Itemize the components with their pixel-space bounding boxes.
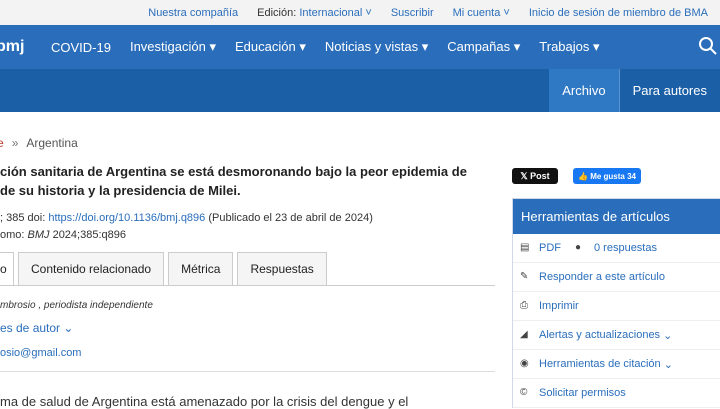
nav-news-label: Noticias y vistas — [324, 39, 419, 54]
nav-news[interactable]: Noticias y vistas ▾ — [325, 39, 428, 55]
article-tabs: o Contenido relacionado Métrica Respuest… — [0, 252, 495, 286]
publish-date: (Publicado el 23 de abril de 2024) — [205, 212, 373, 224]
pdf-link[interactable]: PDF — [539, 242, 561, 254]
top-utility-bar: Nuestra compañía Edición: Internacional … — [0, 0, 720, 25]
for-authors-tab[interactable]: Para autores — [620, 69, 720, 112]
breadcrumb-current: Argentina — [26, 136, 78, 150]
tools-row-respond[interactable]: ✎ Responder a este artículo — [513, 263, 720, 292]
chevron-down-icon: ˅ — [365, 6, 372, 19]
doi-link[interactable]: https://doi.org/10.1136/bmj.q896 — [48, 212, 205, 224]
tools-row-permissions[interactable]: © Solicitar permisos — [513, 379, 720, 408]
nav-campaigns-label: Campañas — [447, 39, 511, 54]
respond-link: Responder a este artículo — [539, 271, 665, 283]
citation-info: ; 385 doi: https://doi.org/10.1136/bmj.q… — [0, 210, 373, 244]
tab-article[interactable]: o — [0, 252, 14, 285]
article-title-line1: ción sanitaria de Argentina se está desm… — [0, 164, 467, 179]
x-icon: 𝕏 — [520, 170, 531, 181]
my-account-menu[interactable]: Mi cuenta ˅ — [453, 7, 510, 19]
article-tools-title: Herramientas de artículos — [513, 199, 720, 234]
nav-campaigns[interactable]: Campañas ▾ — [447, 39, 520, 55]
chevron-down-icon: ⌄ — [63, 321, 74, 335]
article-tools-panel: Herramientas de artículos ▤ PDF ● 0 respue… — [512, 198, 720, 408]
tab-related-content[interactable]: Contenido relacionado — [18, 252, 165, 285]
search-icon[interactable] — [698, 36, 718, 56]
tools-row-alerts[interactable]: ◢ Alertas y actualizaciones ⌄ — [513, 321, 720, 350]
nav-education-label: Educación — [235, 39, 296, 54]
article-title-line2: de su historia y la presidencia de Milei… — [0, 183, 241, 198]
tools-row-pdf: ▤ PDF ● 0 respuestas — [513, 234, 720, 263]
secondary-nav: Archivo Para autores — [0, 69, 720, 112]
chevron-down-icon: ▾ — [421, 39, 429, 54]
edition-selector[interactable]: Edición: Internacional ˅ — [257, 7, 372, 19]
nav-jobs[interactable]: Trabajos ▾ — [539, 39, 599, 55]
tab-responses[interactable]: Respuestas — [237, 252, 327, 285]
subscribe-link[interactable]: Suscribir — [391, 7, 434, 19]
nav-research[interactable]: Investigación ▾ — [130, 39, 216, 55]
my-account-label: Mi cuenta — [452, 6, 501, 19]
nav-covid[interactable]: COVID-19 — [51, 40, 111, 55]
chevron-down-icon: ▾ — [209, 39, 217, 54]
breadcrumb: e » Argentina — [0, 136, 78, 150]
cite-prefix: ; 385 doi: — [0, 212, 49, 224]
chevron-down-icon: ⌄ — [663, 329, 673, 342]
bmj-logo[interactable]: bmj — [0, 38, 32, 56]
facebook-like-button[interactable]: 👍 Me gusta 34 — [573, 168, 641, 184]
archive-tab[interactable]: Archivo — [549, 69, 619, 112]
chevron-down-icon: ▾ — [593, 39, 600, 54]
nav-jobs-label: Trabajos — [539, 39, 590, 54]
chevron-down-icon: ⌄ — [663, 358, 673, 371]
tools-row-citation[interactable]: ◉ Herramientas de citación ⌄ — [513, 350, 720, 379]
thumbs-up-icon: 👍 — [578, 171, 591, 181]
edition-label: Edición: — [257, 6, 297, 19]
article-title: ción sanitaria de Argentina se está desm… — [0, 162, 495, 200]
pdf-icon: ▤ — [520, 242, 530, 253]
author-notes-toggle[interactable]: es de autor ⌄ — [0, 321, 73, 335]
citation-link: Herramientas de citación — [539, 358, 661, 370]
alerts-link: Alertas y actualizaciones — [539, 329, 661, 341]
tab-metrics[interactable]: Métrica — [168, 252, 234, 285]
tweet-button[interactable]: 𝕏 Post — [512, 168, 558, 184]
author-email[interactable]: osio@gmail.com — [0, 347, 81, 359]
author-byline: mbrosio , periodista independiente — [0, 300, 153, 311]
chevron-down-icon: ˅ — [503, 6, 510, 19]
megaphone-icon: ◢ — [520, 329, 528, 340]
chevron-down-icon: ▾ — [513, 39, 521, 54]
cite-as-prefix: omo: — [0, 229, 28, 241]
chevron-down-icon: ▾ — [299, 39, 306, 54]
breadcrumb-separator: » — [11, 136, 19, 150]
divider — [0, 371, 495, 372]
main-nav: bmj COVID-19 Investigación ▾ Educación ▾… — [0, 25, 720, 69]
nav-education[interactable]: Educación ▾ — [235, 39, 306, 55]
breadcrumb-home[interactable]: e — [0, 136, 4, 150]
author-notes-label: es de autor — [0, 321, 61, 335]
copyright-icon: © — [520, 387, 528, 398]
nav-research-label: Investigación — [129, 39, 206, 54]
responses-link[interactable]: 0 respuestas — [594, 242, 657, 254]
permissions-link: Solicitar permisos — [539, 387, 626, 399]
edition-value: Internacional — [299, 6, 363, 19]
edit-icon: ✎ — [520, 271, 529, 282]
journal-name: BMJ — [27, 229, 50, 241]
tweet-label: Post — [530, 171, 550, 181]
bma-login-link[interactable]: Inicio de sesión de miembro de BMA — [529, 7, 708, 19]
our-company-link[interactable]: Nuestra compañía — [148, 7, 238, 19]
comment-icon: ● — [575, 242, 582, 253]
tools-row-print[interactable]: ⎙ Imprimir — [513, 292, 720, 321]
like-label: Me gusta 34 — [590, 171, 636, 181]
article-body-start: ma de salud de Argentina está amenazado … — [0, 394, 409, 409]
print-icon: ⎙ — [520, 300, 528, 311]
print-link: Imprimir — [539, 300, 579, 312]
globe-icon: ◉ — [520, 358, 529, 369]
cite-volume: 2024;385:q896 — [49, 229, 126, 241]
